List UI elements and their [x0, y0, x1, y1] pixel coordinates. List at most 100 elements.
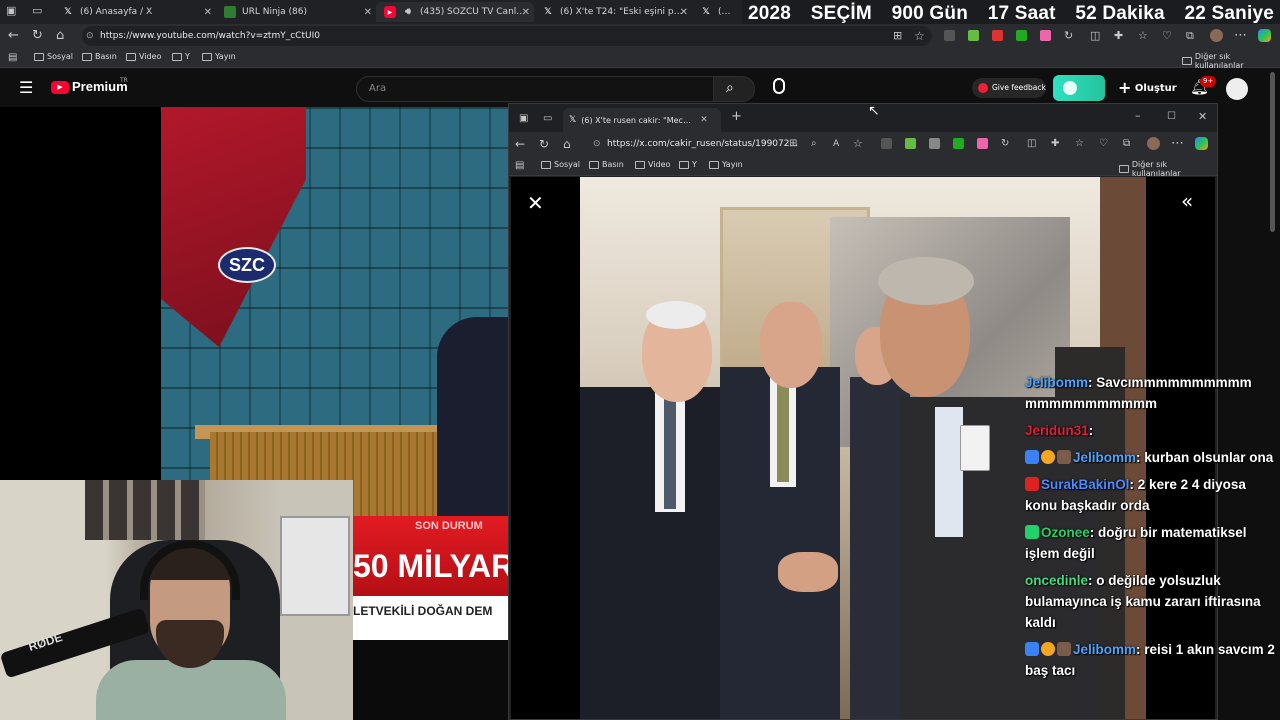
home-icon[interactable]: ⌂	[563, 137, 571, 151]
more-options-icon[interactable]: ⋯	[1234, 29, 1247, 43]
browser-essentials-icon[interactable]: ♡	[1162, 29, 1172, 43]
bookmark-sosyal[interactable]: Sosyal	[541, 160, 580, 169]
extension-icon[interactable]	[977, 138, 988, 149]
countdown-seconds: 22 Saniye	[1184, 3, 1274, 24]
site-info-icon[interactable]: ⊙	[593, 135, 601, 153]
outer-url-field[interactable]: ⊙ https://www.youtube.com/watch?v=ztmY_c…	[82, 26, 932, 46]
bookmark-sosyal[interactable]: Sosyal	[34, 52, 73, 61]
folder-icon	[202, 52, 212, 61]
microphone-icon[interactable]	[773, 78, 785, 94]
refresh-extension-icon[interactable]: ↻	[1064, 29, 1073, 43]
chat-message: Jelibomm: kurban olsunlar ona	[1025, 447, 1275, 468]
popup-tab-x-post[interactable]: 𝕏 (6) X'te rusen cakir: "Meclis"te ilk ✕	[563, 108, 721, 132]
mouse-cursor-icon: ↖	[868, 103, 880, 119]
more-options-icon[interactable]: ⋯	[1171, 137, 1184, 151]
bookmark-yayin[interactable]: Yayın	[202, 52, 236, 61]
extension-icon[interactable]	[905, 138, 916, 149]
back-icon[interactable]: ←	[515, 137, 525, 151]
bookmark-video[interactable]: Video	[126, 52, 161, 61]
tab-x-other[interactable]: 𝕏 (6) X'te	[692, 2, 744, 22]
extension-icon[interactable]	[929, 138, 940, 149]
search-button[interactable]: ⌕	[713, 76, 755, 102]
bookmark-y[interactable]: Y	[679, 160, 697, 169]
profile-avatar[interactable]	[1147, 137, 1160, 150]
home-icon[interactable]: ⌂	[56, 29, 64, 43]
search-input[interactable]: Ara	[356, 76, 714, 102]
chat-username: Jeridun31	[1025, 423, 1089, 438]
extension-icon[interactable]	[968, 30, 979, 41]
close-media-icon[interactable]: ✕	[527, 191, 544, 215]
youtube-logo-icon[interactable]: ▶	[51, 81, 69, 94]
app-available-icon[interactable]: ⊞	[893, 29, 902, 43]
copilot-icon[interactable]	[1258, 29, 1271, 42]
extension-icon[interactable]	[1040, 30, 1051, 41]
reload-icon[interactable]: ↻	[32, 29, 43, 43]
extension-icon[interactable]	[992, 30, 1003, 41]
bookmark-video[interactable]: Video	[635, 160, 670, 169]
menu-icon[interactable]: ☰	[19, 78, 33, 97]
workspaces-icon[interactable]: ▣	[519, 112, 528, 126]
reading-list-icon[interactable]: ▤	[8, 51, 17, 65]
popup-url-field[interactable]: ⊙ https://x.com/cakir_rusen/status/19907…	[593, 135, 803, 153]
reload-icon[interactable]: ↻	[539, 137, 549, 151]
reading-list-icon[interactable]: ▤	[515, 159, 524, 173]
other-bookmarks[interactable]: Diğer sık kullanılanlar	[1119, 160, 1217, 178]
collapse-panel-icon[interactable]: «	[1181, 189, 1193, 213]
favorites-icon[interactable]: ☆	[1138, 29, 1148, 43]
close-tab-icon[interactable]: ✕	[522, 7, 530, 18]
workspaces-icon[interactable]: ▣	[6, 4, 16, 18]
refresh-extension-icon[interactable]: ↻	[1001, 137, 1009, 151]
page-scrollbar[interactable]	[1270, 72, 1275, 232]
tab-url-ninja[interactable]: URL Ninja (86) ✕	[216, 2, 376, 22]
collections-icon[interactable]: ⧉	[1186, 29, 1194, 43]
minimize-icon[interactable]: –	[1135, 109, 1141, 123]
close-tab-icon[interactable]: ✕	[700, 115, 708, 125]
create-button[interactable]: + Oluştur	[1118, 76, 1177, 100]
tab-actions-icon[interactable]: ▭	[543, 112, 552, 126]
close-tab-icon[interactable]: ✕	[680, 7, 688, 18]
zoom-icon[interactable]: ⌕	[811, 137, 817, 151]
extensions-icon[interactable]: ✚	[1051, 137, 1059, 151]
chat-username: SurakBakinOl	[1041, 477, 1130, 492]
speaker-icon[interactable]: 🔊︎	[402, 6, 414, 18]
tab-x-home[interactable]: 𝕏 (6) Anasayfa / X ✕	[54, 2, 216, 22]
tab-actions-icon[interactable]: ▭	[32, 4, 42, 18]
extension-icon[interactable]	[881, 138, 892, 149]
extension-icon[interactable]	[944, 30, 955, 41]
back-icon[interactable]: ←	[8, 29, 19, 43]
bookmark-yayin[interactable]: Yayın	[709, 160, 743, 169]
copilot-icon[interactable]	[1195, 137, 1208, 150]
profile-avatar[interactable]	[1210, 29, 1223, 42]
bookmark-basin[interactable]: Basın	[589, 160, 624, 169]
split-screen-icon[interactable]: ◫	[1027, 137, 1036, 151]
give-feedback-button[interactable]: Give feedback	[972, 78, 1046, 98]
app-available-icon[interactable]: ⊞	[789, 137, 797, 151]
folder-icon	[172, 52, 182, 61]
extension-icon[interactable]	[953, 138, 964, 149]
close-tab-icon[interactable]: ✕	[364, 7, 372, 18]
split-screen-icon[interactable]: ◫	[1090, 29, 1100, 43]
extensions-icon[interactable]: ✚	[1114, 29, 1123, 43]
extension-icon[interactable]	[1016, 30, 1027, 41]
tab-x-t24[interactable]: 𝕏 (6) X'te T24: "Eski eşini parçalayar ✕	[534, 2, 692, 22]
close-tab-icon[interactable]: ✕	[204, 7, 212, 18]
account-avatar[interactable]	[1226, 78, 1248, 100]
folder-icon	[34, 52, 44, 61]
read-aloud-icon[interactable]: A	[833, 137, 839, 151]
new-tab-icon[interactable]: +	[731, 110, 742, 124]
browser-essentials-icon[interactable]: ♡	[1099, 137, 1108, 151]
maximize-icon[interactable]: ☐	[1167, 110, 1176, 124]
lower-third-headline-bar: SON DURUM 50 MİLYAR D	[353, 516, 546, 596]
bookmark-basin[interactable]: Basın	[82, 52, 117, 61]
site-info-icon[interactable]: ⊙	[86, 26, 94, 46]
close-window-icon[interactable]: ✕	[1198, 110, 1207, 124]
collections-icon[interactable]: ⧉	[1123, 137, 1130, 151]
favorite-star-icon[interactable]: ☆	[853, 137, 863, 151]
favorites-icon[interactable]: ☆	[1075, 137, 1084, 151]
bookmark-y[interactable]: Y	[172, 52, 190, 61]
chat-message: Ozonee: doğru bir matematiksel işlem değ…	[1025, 522, 1275, 564]
extension-toggle-button[interactable]	[1053, 75, 1105, 101]
favorite-star-icon[interactable]: ☆	[914, 29, 925, 43]
tab-sozcu-live[interactable]: ▶ 🔊︎ (435) SÖZCÜ TV Canlı Yayını ✕	[376, 2, 534, 22]
chat-text: kurban olsunlar ona	[1144, 450, 1274, 465]
